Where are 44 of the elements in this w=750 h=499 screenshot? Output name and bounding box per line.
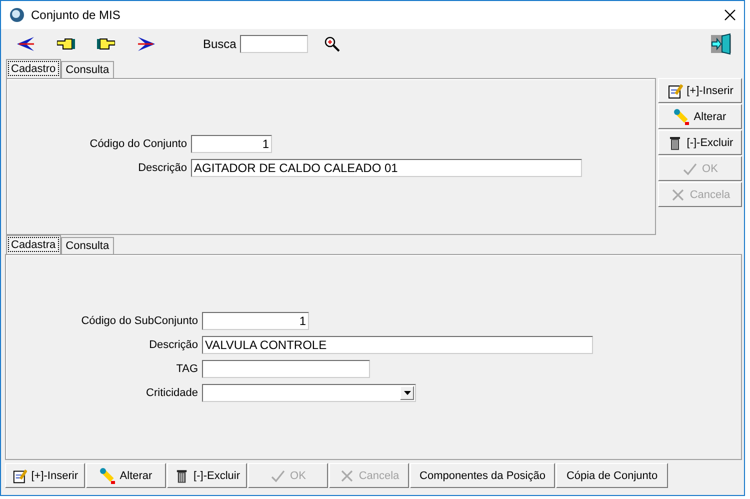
arrow-right-icon[interactable] xyxy=(137,37,155,51)
notepad-icon xyxy=(666,82,683,98)
pencil-icon xyxy=(100,468,116,484)
input-field[interactable] xyxy=(202,360,370,378)
field-label: Descrição xyxy=(137,162,187,174)
arrow-left-icon[interactable] xyxy=(17,37,35,51)
input-field[interactable]: 1 xyxy=(191,135,272,153)
delete-button[interactable]: [-]-Excluir xyxy=(658,130,742,155)
field-label: Código do Conjunto xyxy=(88,138,187,150)
insert-button[interactable]: [+]-Inserir xyxy=(5,463,85,488)
input-field[interactable]: 1 xyxy=(202,312,309,330)
app-icon xyxy=(9,7,25,23)
exit-door-icon[interactable] xyxy=(710,33,732,55)
search-icon[interactable] xyxy=(324,36,340,52)
search-label: Busca xyxy=(203,37,236,51)
input-field[interactable]: AGITADOR DE CALDO CALEADO 01 xyxy=(191,159,582,177)
edit-button[interactable]: Alterar xyxy=(658,104,742,129)
action-button[interactable]: Cópia de Conjunto xyxy=(556,463,668,488)
hand-right-icon[interactable] xyxy=(97,38,115,50)
tab[interactable]: Cadastra xyxy=(6,235,61,254)
edit-button[interactable]: Alterar xyxy=(86,463,166,488)
dropdown[interactable] xyxy=(202,384,416,402)
tab[interactable]: Consulta xyxy=(60,61,114,78)
tab[interactable]: Consulta xyxy=(60,237,114,254)
action-button[interactable]: Componentes da Posição xyxy=(410,463,555,488)
check-icon xyxy=(270,468,286,484)
hand-left-icon[interactable] xyxy=(57,38,75,50)
search-field[interactable] xyxy=(240,35,308,53)
close-icon[interactable] xyxy=(724,9,736,21)
pencil-icon xyxy=(674,108,690,124)
field-label: Criticidade xyxy=(145,387,198,399)
delete-button[interactable]: [-]-Excluir xyxy=(167,463,247,488)
insert-button[interactable]: [+]-Inserir xyxy=(658,78,742,103)
field-label: Descrição xyxy=(148,339,198,351)
input-field[interactable]: VALVULA CONTROLE xyxy=(202,336,593,354)
field-label: TAG xyxy=(175,363,198,375)
notepad-icon xyxy=(12,468,28,484)
cross-icon xyxy=(338,468,355,484)
tab[interactable]: Cadastro xyxy=(6,59,61,78)
field-label: Código do SubConjunto xyxy=(80,315,198,327)
cross-icon xyxy=(670,186,686,202)
check-icon xyxy=(682,160,698,176)
window-title: Conjunto de MIS xyxy=(31,8,120,22)
caret-icon xyxy=(404,391,410,395)
